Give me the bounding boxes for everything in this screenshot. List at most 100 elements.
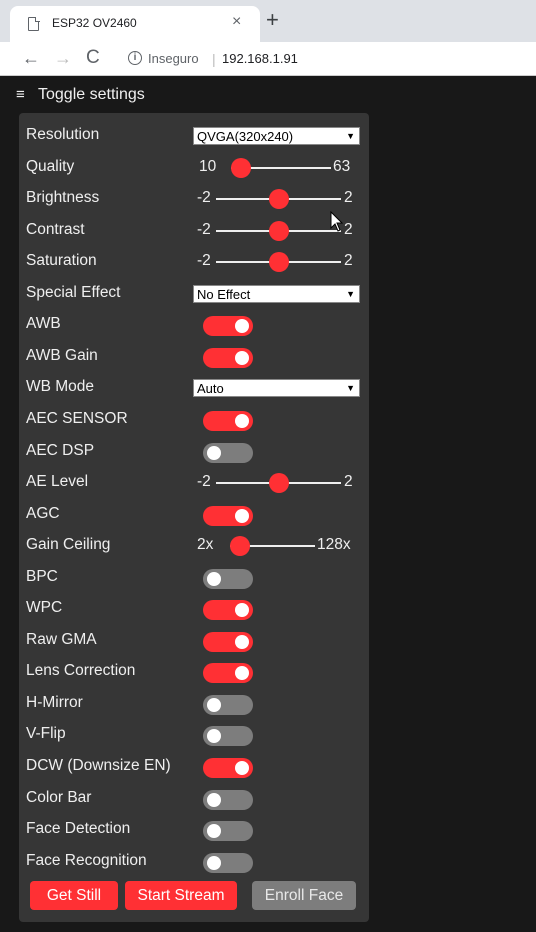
contrast-label: Contrast	[26, 220, 85, 238]
menu-icon: ≡	[16, 86, 25, 103]
face-recognition-label: Face Recognition	[26, 851, 147, 869]
get-still-button[interactable]: Get Still	[30, 881, 118, 910]
setting-row-special-effect: Special Effect No Effect ▼	[19, 277, 369, 309]
wpc-toggle-knob	[235, 603, 249, 618]
setting-row-resolution: Resolution QVGA(320x240) ▼	[19, 119, 369, 151]
setting-row-v-flip: V-Flip	[19, 718, 369, 750]
aec-sensor-toggle[interactable]	[203, 410, 253, 431]
aec-sensor-label: AEC SENSOR	[26, 409, 128, 427]
awb-toggle[interactable]	[203, 316, 253, 337]
color-bar-toggle[interactable]	[203, 789, 253, 810]
chevron-down-icon: ▼	[346, 131, 355, 141]
color-bar-toggle-knob	[207, 792, 221, 807]
contrast-slider-thumb[interactable]	[268, 220, 289, 241]
gain-ceiling-min: 2x	[197, 536, 214, 554]
toggle-settings[interactable]: ≡ Toggle settings	[16, 86, 145, 104]
url-text[interactable]: 192.168.1.91	[222, 51, 298, 66]
setting-row-aec-sensor: AEC SENSOR	[19, 403, 369, 435]
reload-icon[interactable]: C	[86, 48, 100, 68]
awb-gain-toggle[interactable]	[203, 347, 253, 368]
wpc-toggle[interactable]	[203, 600, 253, 621]
wb-mode-label: WB Mode	[26, 378, 95, 396]
resolution-label: Resolution	[26, 126, 100, 143]
special-effect-label: Special Effect	[26, 283, 121, 301]
ae-level-slider-thumb[interactable]	[268, 473, 289, 494]
agc-label: AGC	[26, 504, 60, 522]
gain-ceiling-slider-thumb[interactable]	[230, 536, 250, 557]
wpc-label: WPC	[26, 599, 63, 617]
awb-toggle-knob	[235, 319, 249, 334]
setting-row-ae-level: AE Level -2 2	[19, 466, 369, 498]
saturation-slider-thumb[interactable]	[268, 252, 289, 273]
back-icon[interactable]: ←	[22, 48, 40, 68]
face-recognition-toggle-knob	[207, 855, 221, 870]
aec-dsp-toggle[interactable]	[203, 442, 253, 463]
saturation-label: Saturation	[26, 252, 97, 270]
face-detection-label: Face Detection	[26, 820, 131, 838]
setting-row-quality: Quality 10 63	[19, 151, 369, 183]
dcw-toggle-knob	[235, 761, 249, 775]
agc-toggle[interactable]	[203, 505, 253, 526]
awb-label: AWB	[26, 315, 61, 333]
lens-correction-toggle[interactable]	[203, 663, 253, 684]
setting-row-face-recognition: Face Recognition	[19, 845, 369, 877]
mouse-cursor-icon	[330, 211, 344, 232]
h-mirror-label: H-Mirror	[26, 693, 83, 711]
setting-row-aec-dsp: AEC DSP	[19, 435, 369, 467]
raw-gma-label: Raw GMA	[26, 630, 97, 648]
close-tab-icon[interactable]: ×	[232, 13, 241, 31]
v-flip-toggle-knob	[207, 729, 221, 744]
v-flip-label: V-Flip	[26, 725, 66, 743]
page-icon	[28, 16, 40, 31]
quality-min: 10	[199, 157, 217, 175]
h-mirror-toggle-knob	[207, 697, 221, 712]
tab-title: ESP32 OV2460	[52, 16, 137, 30]
raw-gma-toggle-knob	[235, 634, 249, 649]
setting-row-bpc: BPC	[19, 561, 369, 593]
contrast-min: -2	[197, 220, 211, 238]
setting-row-gain-ceiling: Gain Ceiling 2x 128x	[19, 529, 369, 561]
brightness-min: -2	[197, 189, 211, 207]
setting-row-awb: AWB	[19, 308, 369, 340]
setting-row-dcw: DCW (Downsize EN)	[19, 750, 369, 782]
start-stream-button[interactable]: Start Stream	[125, 881, 237, 910]
wb-mode-select[interactable]: Auto ▼	[193, 379, 360, 398]
gain-ceiling-label: Gain Ceiling	[26, 536, 111, 554]
setting-row-contrast: Contrast -2 2	[19, 214, 369, 246]
dcw-toggle[interactable]	[203, 758, 253, 778]
info-icon[interactable]: i	[128, 51, 142, 65]
raw-gma-toggle[interactable]	[203, 631, 253, 652]
v-flip-toggle[interactable]	[203, 726, 253, 747]
special-effect-select[interactable]: No Effect ▼	[193, 284, 360, 303]
bpc-toggle[interactable]	[203, 568, 253, 589]
address-bar: ← → C i Inseguro | 192.168.1.91	[0, 42, 536, 76]
chevron-down-icon: ▼	[346, 383, 355, 394]
new-tab-icon[interactable]: +	[266, 7, 279, 33]
bpc-label: BPC	[26, 567, 58, 585]
setting-row-wb-mode: WB Mode Auto ▼	[19, 371, 369, 403]
face-recognition-toggle[interactable]	[203, 852, 253, 873]
quality-slider-thumb[interactable]	[231, 157, 251, 178]
lens-correction-label: Lens Correction	[26, 662, 136, 680]
dcw-label: DCW (Downsize EN)	[26, 757, 171, 774]
ae-level-max: 2	[344, 473, 353, 491]
enroll-face-button[interactable]: Enroll Face	[252, 881, 356, 910]
url-separator: |	[212, 51, 216, 67]
forward-icon[interactable]: →	[54, 48, 72, 68]
brightness-max: 2	[344, 189, 353, 207]
setting-row-h-mirror: H-Mirror	[19, 687, 369, 719]
tab-strip: ESP32 OV2460 × +	[0, 0, 536, 42]
security-label[interactable]: Inseguro	[148, 51, 199, 66]
setting-row-awb-gain: AWB Gain	[19, 340, 369, 372]
h-mirror-toggle[interactable]	[203, 694, 253, 715]
setting-row-wpc: WPC	[19, 592, 369, 624]
browser-tab[interactable]: ESP32 OV2460 ×	[10, 6, 260, 42]
aec-sensor-toggle-knob	[235, 413, 249, 428]
gain-ceiling-max: 128x	[317, 536, 351, 554]
special-effect-value: No Effect	[197, 286, 251, 302]
agc-toggle-knob	[235, 508, 249, 523]
face-detection-toggle[interactable]	[203, 821, 253, 842]
resolution-select[interactable]: QVGA(320x240) ▼	[193, 127, 360, 145]
ae-level-min: -2	[197, 473, 211, 491]
brightness-slider-thumb[interactable]	[268, 189, 289, 210]
